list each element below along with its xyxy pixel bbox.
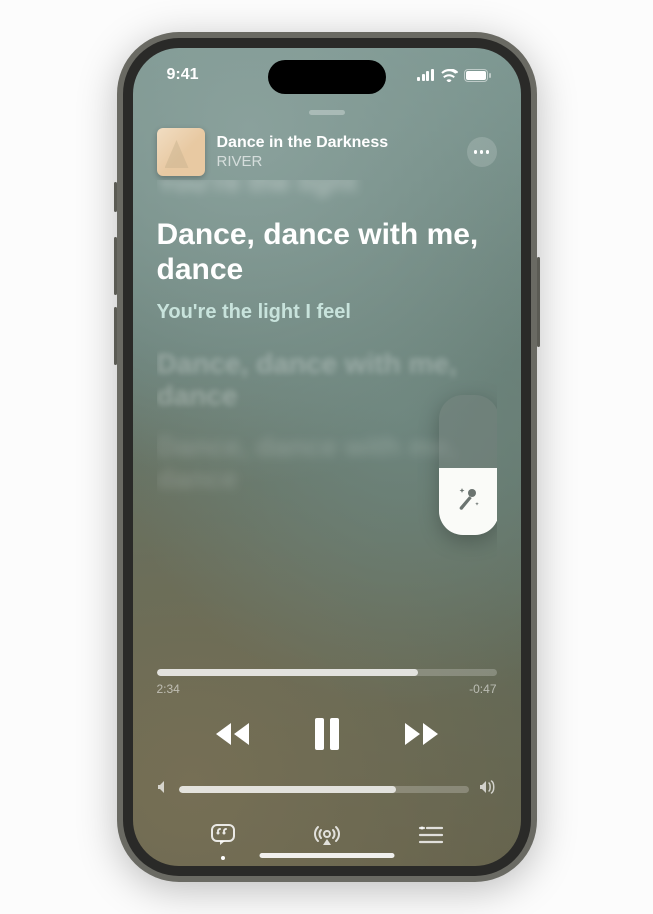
progress-section: 2:34 -0:47 xyxy=(157,669,497,696)
sheet-grabber[interactable] xyxy=(309,110,345,115)
previous-button[interactable] xyxy=(213,721,253,747)
status-time: 9:41 xyxy=(167,66,199,84)
power-button xyxy=(537,257,540,347)
bottom-actions xyxy=(157,823,497,852)
lyrics-view[interactable]: You're the light Dance, dance with me, d… xyxy=(157,180,497,665)
track-meta[interactable]: Dance in the Darkness RIVER xyxy=(217,134,455,170)
queue-button[interactable] xyxy=(418,825,444,850)
track-artist: RIVER xyxy=(217,153,455,170)
time-remaining: -0:47 xyxy=(469,682,496,696)
track-title: Dance in the Darkness xyxy=(217,134,455,152)
status-icons xyxy=(417,69,491,82)
lyric-line-current: Dance, dance with me, dance xyxy=(157,218,497,287)
track-header: Dance in the Darkness RIVER xyxy=(157,128,497,176)
silence-switch xyxy=(114,182,117,212)
album-art[interactable] xyxy=(157,128,205,176)
playback-progress-fill xyxy=(157,669,419,676)
lyrics-button[interactable] xyxy=(210,823,236,852)
ellipsis-icon xyxy=(474,150,478,154)
pause-button[interactable] xyxy=(313,718,341,750)
lyric-line-next: You're the light I feel xyxy=(157,301,497,324)
volume-row xyxy=(157,780,497,799)
volume-fill xyxy=(179,786,397,793)
sing-slider-fill xyxy=(439,468,497,535)
volume-high-icon xyxy=(479,780,497,799)
active-indicator-dot xyxy=(221,856,225,860)
screen: 9:41 Dance xyxy=(133,48,521,866)
battery-icon xyxy=(464,69,491,82)
time-elapsed: 2:34 xyxy=(157,682,180,696)
cellular-signal-icon xyxy=(417,69,434,81)
phone-bezel: 9:41 Dance xyxy=(123,38,531,876)
now-playing-content: Dance in the Darkness RIVER You're the l… xyxy=(133,128,521,866)
volume-down-button xyxy=(114,307,117,365)
next-button[interactable] xyxy=(401,721,441,747)
sing-vocal-slider[interactable] xyxy=(439,395,497,535)
phone-frame: 9:41 Dance xyxy=(117,32,537,882)
wifi-icon xyxy=(440,69,458,82)
lyric-line-previous: You're the light xyxy=(157,180,497,198)
playback-scrubber[interactable] xyxy=(157,669,497,676)
home-indicator[interactable] xyxy=(259,853,394,858)
playback-controls xyxy=(157,718,497,750)
microphone-sparkle-icon xyxy=(456,486,482,517)
dynamic-island xyxy=(268,60,386,94)
volume-up-button xyxy=(114,237,117,295)
more-button[interactable] xyxy=(467,137,497,167)
airplay-button[interactable] xyxy=(314,824,340,851)
volume-slider[interactable] xyxy=(179,786,469,793)
volume-low-icon xyxy=(157,780,169,799)
time-labels: 2:34 -0:47 xyxy=(157,682,497,696)
